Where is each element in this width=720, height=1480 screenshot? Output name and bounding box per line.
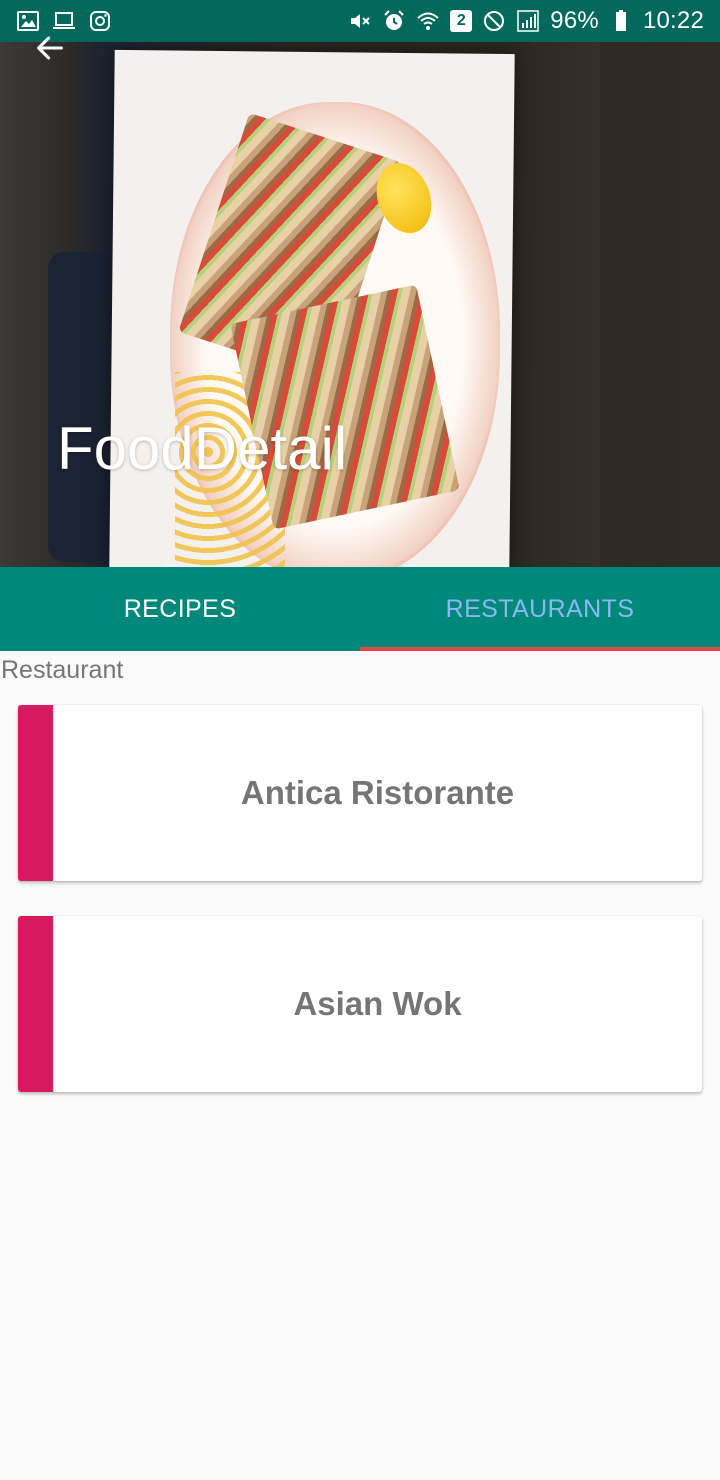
tab-recipes[interactable]: RECIPES (0, 567, 360, 651)
restaurant-card[interactable]: Antica Ristorante (18, 705, 702, 881)
header-image (0, 42, 720, 567)
clock: 10:22 (642, 7, 704, 34)
battery-icon (609, 9, 633, 33)
mute-icon (348, 9, 372, 33)
photo-shadow (600, 42, 720, 567)
sim-icon: 2 (450, 10, 473, 32)
restaurant-name: Asian Wok (293, 985, 462, 1022)
status-bar-right: 2 96% 10:22 (348, 7, 704, 35)
tab-bar: RECIPES RESTAURANTS (0, 567, 720, 651)
section-label: Restaurant (1, 656, 124, 684)
restaurant-name: Antica Ristorante (240, 774, 515, 811)
wifi-icon (416, 9, 440, 33)
restaurant-card[interactable]: Asian Wok (18, 916, 702, 1092)
card-accent-bar (18, 916, 53, 1092)
page-title: FoodDetail (57, 415, 348, 482)
alarm-icon (382, 9, 406, 33)
photo-background-shape (48, 252, 118, 562)
card-accent-bar (18, 705, 53, 881)
tab-restaurants[interactable]: RESTAURANTS (360, 567, 720, 651)
block-icon (482, 9, 506, 33)
sim-badge-text: 2 (456, 12, 466, 29)
back-button[interactable] (22, 22, 78, 78)
instagram-icon (88, 9, 112, 33)
tab-selected-indicator (360, 647, 720, 651)
arrow-left-icon (33, 31, 67, 70)
battery-percent: 96% (550, 7, 599, 34)
signal-icon (516, 9, 540, 33)
status-bar: 2 96% 10:22 (0, 0, 720, 42)
